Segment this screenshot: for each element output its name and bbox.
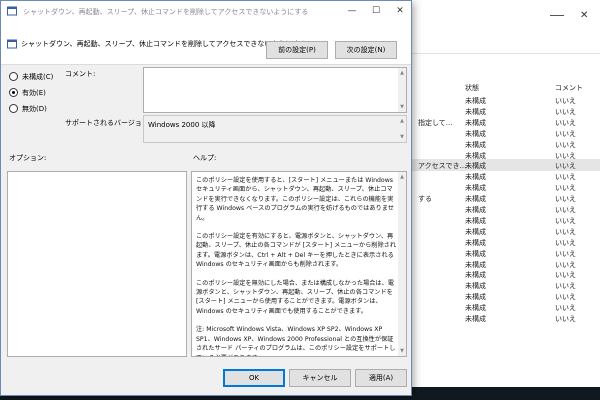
window-title: シャットダウン、再起動、スリープ、休止コマンドを削除してアクセスできないようにす…	[23, 8, 309, 16]
column-header-state[interactable]: 状態	[465, 83, 479, 93]
title-bar[interactable]: シャットダウン、再起動、スリープ、休止コマンドを削除してアクセスできないようにす…	[1, 1, 411, 21]
help-text: このポリシー設定を使用すると、[スタート] メニューまたは Windows セキ…	[196, 176, 397, 356]
scroll-down-icon[interactable]: ▼	[399, 134, 405, 140]
supported-on-label: サポートされるバージョン:	[65, 119, 152, 127]
scroll-up-icon[interactable]: ▲	[399, 118, 405, 124]
supported-scrollbar[interactable]: ▲ ▼	[398, 116, 406, 142]
maximize-icon[interactable]: ☐	[365, 4, 387, 18]
comment-scrollbar[interactable]: ▲ ▼	[398, 68, 406, 112]
help-panel: このポリシー設定を使用すると、[スタート] メニューまたは Windows セキ…	[191, 171, 407, 357]
ok-button[interactable]: OK	[223, 369, 285, 387]
radio-not-configured-dot[interactable]	[9, 72, 18, 81]
close-icon[interactable]: ✕	[389, 4, 411, 18]
radio-enabled-label: 有効(E)	[22, 89, 46, 97]
background-close-icon[interactable]: ✕	[580, 10, 594, 21]
policy-setting-dialog: シャットダウン、再起動、スリープ、休止コマンドを削除してアクセスできないようにす…	[0, 0, 412, 396]
radio-not-configured-label: 未構成(C)	[22, 73, 54, 81]
help-paragraph: このポリシー設定を有効にすると、電源ボタンと、シャットダウン、再起動、スリープ、…	[196, 233, 397, 269]
radio-disabled-dot[interactable]	[9, 104, 18, 113]
minimize-icon[interactable]: —	[341, 4, 363, 18]
comment-label: コメント:	[65, 70, 96, 78]
apply-button[interactable]: 適用(A)	[355, 369, 407, 387]
supported-on-value: Windows 2000 以降	[148, 121, 216, 129]
radio-disabled-label: 無効(D)	[22, 105, 47, 113]
previous-setting-button[interactable]: 前の設定(P)	[266, 41, 328, 59]
scroll-up-icon[interactable]: ▲	[399, 70, 405, 76]
radio-enabled-dot[interactable]	[9, 88, 18, 97]
policy-app-icon	[7, 6, 17, 16]
help-paragraph: 注: Microsoft Windows Vista、Windows XP SP…	[196, 326, 396, 356]
cell-comment: いいえ	[555, 315, 576, 323]
policy-title: シャットダウン、再起動、スリープ、休止コマンドを削除してアクセスできないようにす…	[21, 40, 307, 48]
supported-on-field: Windows 2000 以降	[143, 115, 407, 143]
comment-textarea[interactable]	[143, 67, 407, 113]
scroll-down-icon[interactable]: ▼	[399, 104, 405, 110]
cell-state: 未構成	[465, 315, 486, 323]
help-scrollbar[interactable]: ▲ ▼	[398, 172, 406, 356]
background-minimize-icon[interactable]	[550, 10, 564, 16]
scroll-down-icon[interactable]: ▼	[399, 348, 405, 354]
help-paragraph: このポリシー設定を無効にした場合、または構成しなかった場合は、電源ボタンと、シャ…	[196, 279, 394, 315]
policy-icon	[7, 39, 17, 49]
scroll-up-icon[interactable]: ▲	[399, 174, 405, 180]
next-setting-button[interactable]: 次の設定(N)	[335, 41, 397, 59]
help-paragraph: このポリシー設定を使用すると、[スタート] メニューまたは Windows セキ…	[196, 177, 394, 222]
policy-header: シャットダウン、再起動、スリープ、休止コマンドを削除してアクセスできないようにす…	[1, 21, 411, 65]
cancel-button[interactable]: キャンセル	[289, 369, 351, 387]
help-label: ヘルプ:	[193, 154, 217, 162]
options-label: オプション:	[9, 154, 47, 162]
options-panel	[7, 171, 187, 357]
column-header-comment[interactable]: コメント	[555, 83, 583, 93]
